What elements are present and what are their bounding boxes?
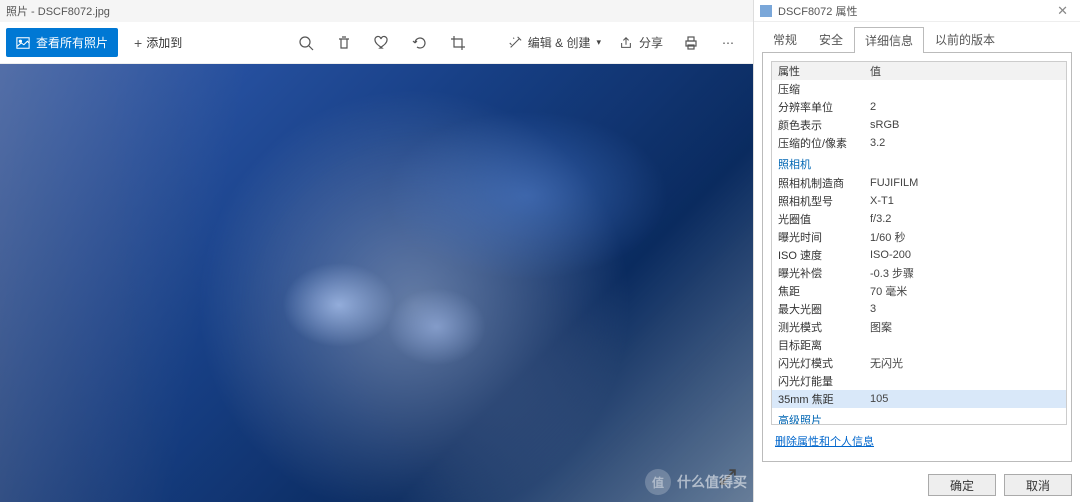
photo-image (0, 64, 753, 502)
property-row[interactable]: 最大光圈3 (772, 300, 1066, 318)
zoom-button[interactable] (288, 25, 324, 61)
property-value: f/3.2 (870, 213, 1066, 225)
property-row[interactable]: 属性值 (772, 62, 1066, 80)
property-key: 压缩 (778, 81, 870, 97)
share-icon (619, 36, 633, 50)
delete-button[interactable] (326, 25, 362, 61)
property-row[interactable]: 光圈值f/3.2 (772, 210, 1066, 228)
property-key: 测光模式 (778, 319, 870, 335)
photos-toolbar: 查看所有照片 + 添加到 编辑 & 创建 ▾ (0, 22, 753, 64)
edit-create-label: 编辑 & 创建 (528, 34, 591, 51)
rotate-button[interactable] (402, 25, 438, 61)
property-value: X-T1 (870, 195, 1066, 207)
property-value: 3 (870, 303, 1066, 315)
property-value: 3.2 (870, 137, 1066, 149)
file-icon (760, 5, 772, 17)
photos-window: 照片 - DSCF8072.jpg 查看所有照片 + 添加到 (0, 0, 754, 502)
expand-icon (717, 466, 739, 488)
property-row[interactable]: 35mm 焦距105 (772, 390, 1066, 408)
property-row[interactable]: 闪光灯模式无闪光 (772, 354, 1066, 372)
property-row[interactable]: 压缩的位/像素3.2 (772, 134, 1066, 152)
chevron-down-icon: ▾ (596, 37, 601, 48)
properties-buttons: 确定 取消 (754, 468, 1080, 502)
photo-canvas[interactable]: 值 什么值得买 (0, 64, 753, 502)
property-row[interactable]: 压缩 (772, 80, 1066, 98)
tab-general[interactable]: 常规 (762, 26, 808, 52)
print-button[interactable] (673, 25, 709, 61)
properties-list[interactable]: 属性值压缩分辨率单位2颜色表示sRGB压缩的位/像素3.2照相机照相机制造商FU… (771, 61, 1067, 425)
property-value: -0.3 步骤 (870, 265, 1066, 281)
property-key: 颜色表示 (778, 117, 870, 133)
property-value: ISO-200 (870, 249, 1066, 261)
share-button[interactable]: 分享 (611, 34, 671, 51)
add-to-button[interactable]: + 添加到 (126, 28, 190, 57)
crop-button[interactable] (440, 25, 476, 61)
property-key: 闪光灯模式 (778, 355, 870, 371)
property-row[interactable]: 分辨率单位2 (772, 98, 1066, 116)
properties-body: 属性值压缩分辨率单位2颜色表示sRGB压缩的位/像素3.2照相机照相机制造商FU… (762, 52, 1072, 462)
property-key: 焦距 (778, 283, 870, 299)
property-section: 高级照片 (772, 408, 1066, 425)
property-value: 70 毫米 (870, 283, 1066, 299)
ok-button[interactable]: 确定 (928, 474, 996, 496)
property-value: 值 (870, 63, 1066, 79)
property-key: 分辨率单位 (778, 99, 870, 115)
add-to-label: 添加到 (146, 34, 182, 51)
property-key: 照相机型号 (778, 193, 870, 209)
property-value: 1/60 秒 (870, 229, 1066, 245)
tab-security[interactable]: 安全 (808, 26, 854, 52)
property-key: 曝光时间 (778, 229, 870, 245)
property-key: 闪光灯能量 (778, 373, 870, 389)
more-icon: ⋯ (722, 36, 736, 50)
tab-details[interactable]: 详细信息 (854, 27, 924, 53)
properties-tabs: 常规 安全 详细信息 以前的版本 (754, 22, 1080, 52)
property-row[interactable]: 颜色表示sRGB (772, 116, 1066, 134)
property-row[interactable]: 曝光时间1/60 秒 (772, 228, 1066, 246)
property-row[interactable]: 曝光补偿-0.3 步骤 (772, 264, 1066, 282)
view-all-photos-button[interactable]: 查看所有照片 (6, 28, 118, 57)
plus-icon: + (134, 35, 142, 51)
share-label: 分享 (639, 34, 663, 51)
properties-titlebar: DSCF8072 属性 ✕ (754, 0, 1080, 22)
property-row[interactable]: 目标距离 (772, 336, 1066, 354)
property-row[interactable]: ISO 速度ISO-200 (772, 246, 1066, 264)
property-value: FUJIFILM (870, 177, 1066, 189)
photos-titlebar: 照片 - DSCF8072.jpg (0, 0, 753, 22)
properties-window: DSCF8072 属性 ✕ 常规 安全 详细信息 以前的版本 属性值压缩分辨率单… (754, 0, 1080, 502)
favorite-button[interactable] (364, 25, 400, 61)
property-key: 压缩的位/像素 (778, 135, 870, 151)
property-row[interactable]: 闪光灯能量 (772, 372, 1066, 390)
cancel-button[interactable]: 取消 (1004, 474, 1072, 496)
property-row[interactable]: 照相机制造商FUJIFILM (772, 174, 1066, 192)
property-value: 无闪光 (870, 355, 1066, 371)
property-key: 光圈值 (778, 211, 870, 227)
close-button[interactable]: ✕ (1051, 3, 1074, 19)
property-row[interactable]: 焦距70 毫米 (772, 282, 1066, 300)
property-key: 最大光圈 (778, 301, 870, 317)
property-key: 属性 (778, 63, 870, 79)
photo-icon (16, 36, 30, 50)
property-key: 目标距离 (778, 337, 870, 353)
property-key: 曝光补偿 (778, 265, 870, 281)
remove-properties-link[interactable]: 删除属性和个人信息 (771, 425, 1067, 457)
tab-previous-versions[interactable]: 以前的版本 (924, 26, 1006, 52)
property-row[interactable]: 测光模式图案 (772, 318, 1066, 336)
toolbar-left: 查看所有照片 + 添加到 (6, 28, 190, 57)
property-key: ISO 速度 (778, 247, 870, 263)
property-value: 图案 (870, 319, 1066, 335)
property-value: 105 (870, 393, 1066, 405)
property-value: sRGB (870, 119, 1066, 131)
fullscreen-button[interactable] (717, 466, 739, 488)
view-all-photos-label: 查看所有照片 (36, 34, 108, 51)
magic-icon (508, 36, 522, 50)
photos-title: 照片 - DSCF8072.jpg (6, 3, 110, 19)
properties-title: DSCF8072 属性 (778, 3, 857, 19)
property-key: 35mm 焦距 (778, 391, 870, 407)
property-row[interactable]: 照相机型号X-T1 (772, 192, 1066, 210)
property-value: 2 (870, 101, 1066, 113)
edit-create-button[interactable]: 编辑 & 创建 ▾ (500, 34, 609, 51)
property-section: 照相机 (772, 152, 1066, 174)
property-key: 照相机制造商 (778, 175, 870, 191)
more-button[interactable]: ⋯ (711, 25, 747, 61)
